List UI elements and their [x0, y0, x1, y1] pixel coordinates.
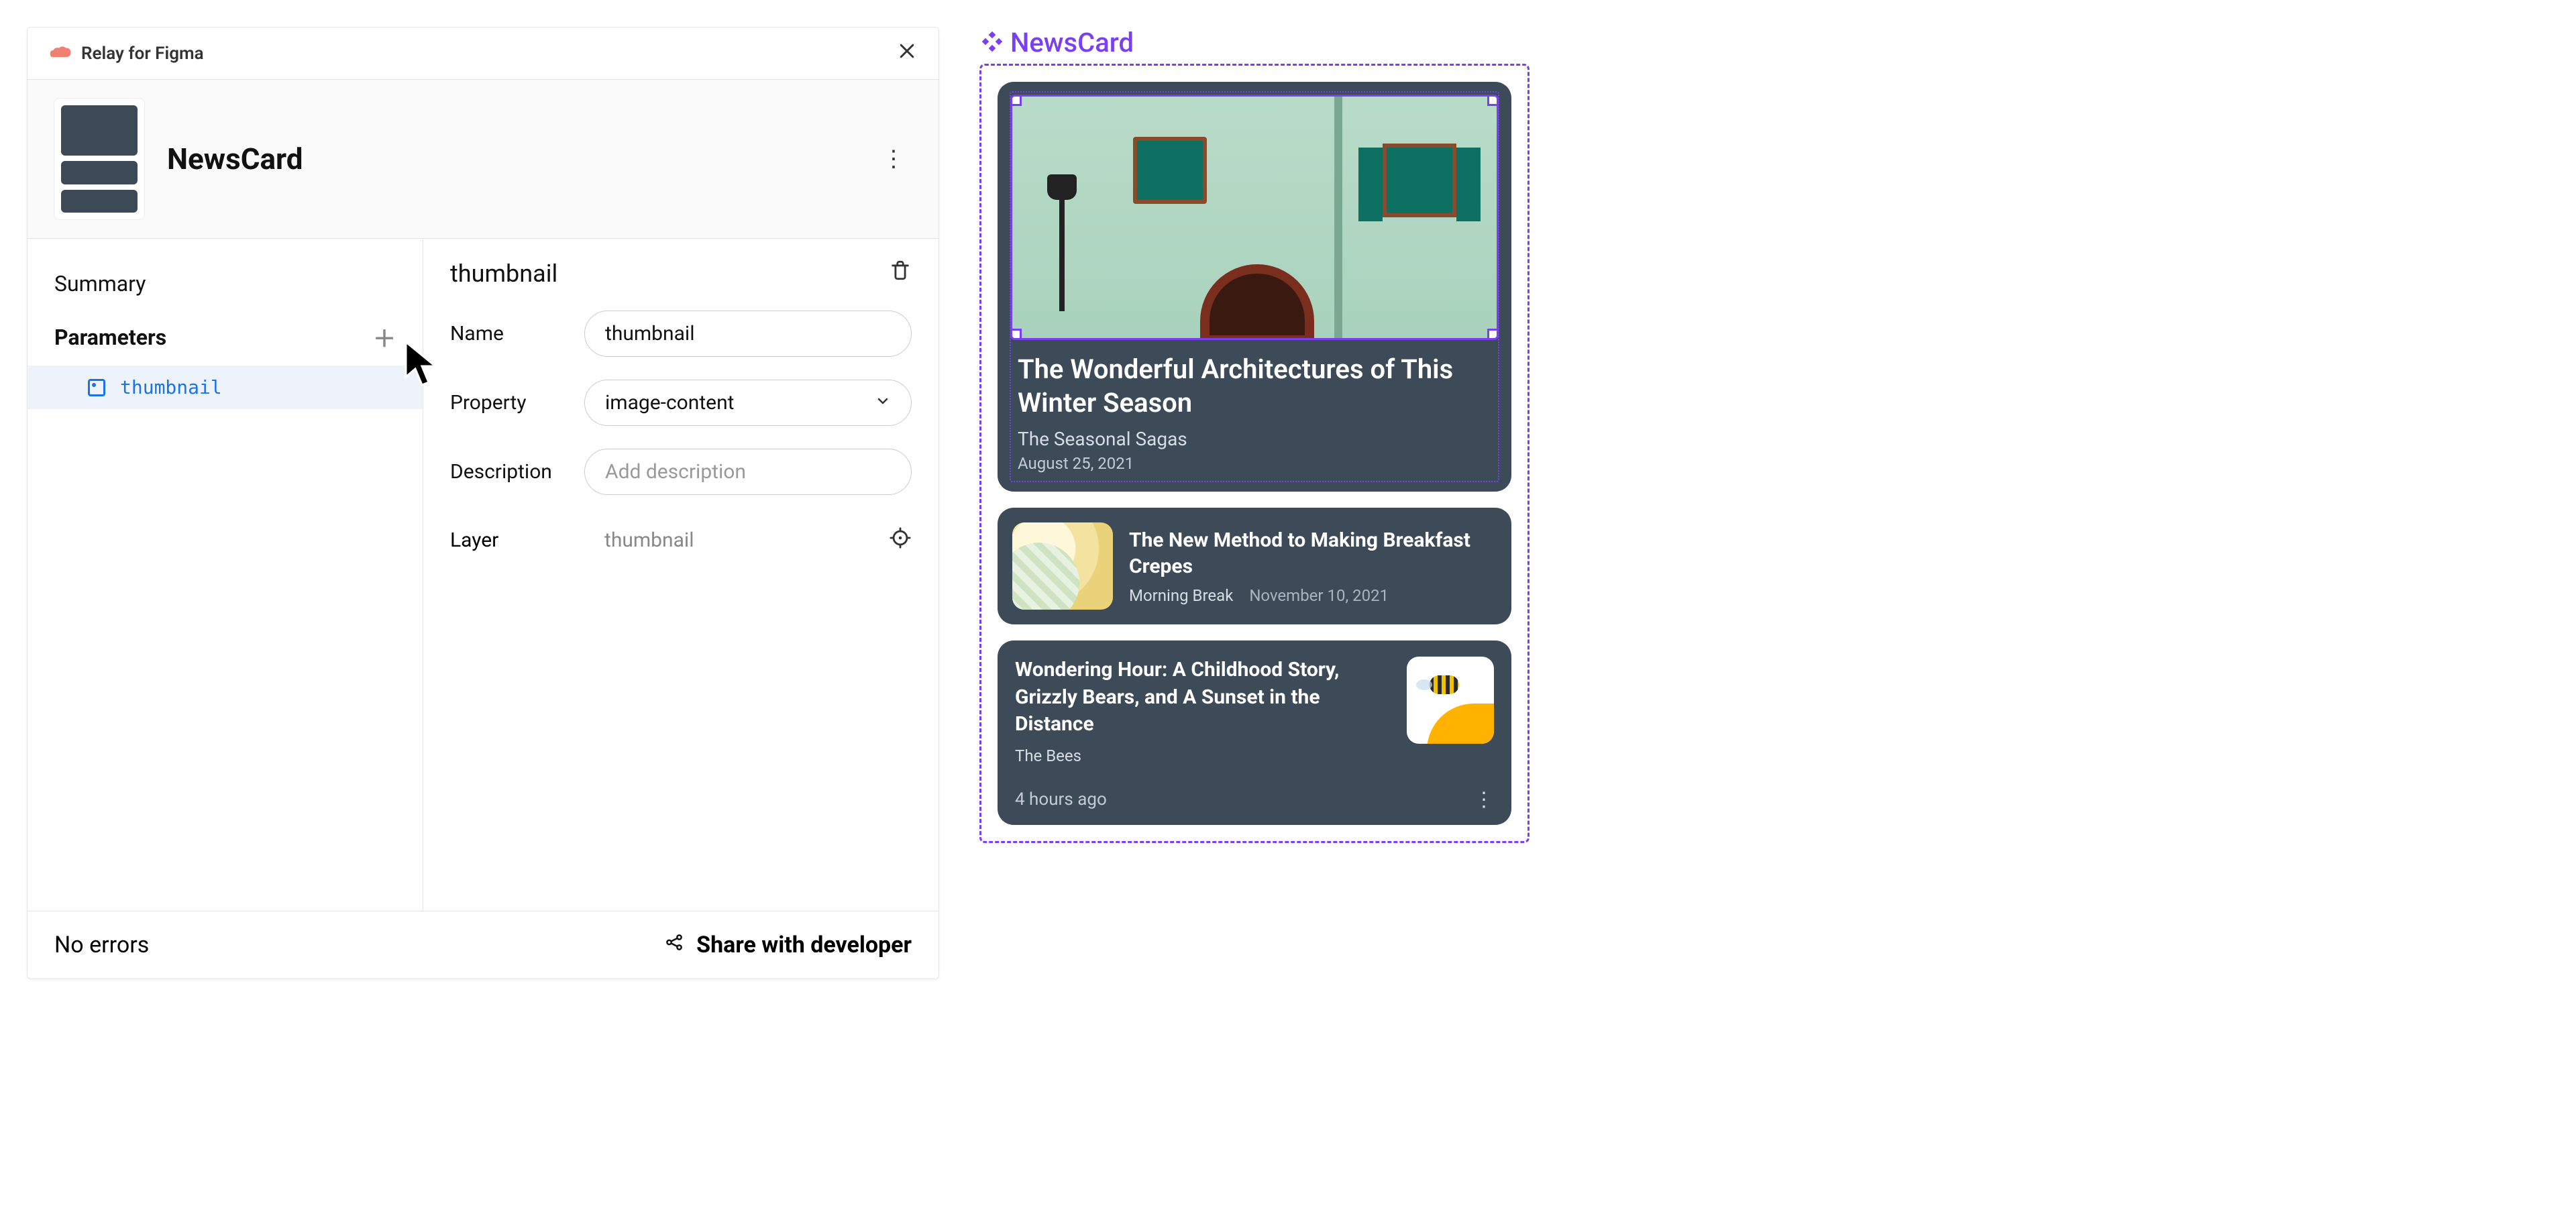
detail-header: thumbnail — [450, 259, 912, 288]
image-param-icon — [88, 379, 105, 396]
hero-thumbnail-image[interactable]: Fill × 158 — [1012, 97, 1497, 338]
relay-plugin-panel: Relay for Figma NewsCard ⋮ Summary Param… — [27, 27, 939, 979]
panel-body: Summary Parameters ＋ thumbnail thumbnail — [28, 239, 938, 911]
field-name: Name thumbnail — [450, 311, 912, 357]
component-frame-outline[interactable]: Fill × 158 The Wonderful Architectures o… — [979, 64, 1529, 843]
component-preview-thumb — [54, 99, 144, 219]
row-article-source: Morning Break — [1129, 586, 1233, 605]
row-article-date: November 10, 2021 — [1249, 586, 1389, 605]
detail-title: thumbnail — [450, 260, 557, 288]
component-frame-name: NewsCard — [1010, 27, 1134, 58]
parameter-detail: thumbnail Name thumbnail Property image-… — [423, 239, 938, 911]
share-label: Share with developer — [696, 932, 912, 958]
sidebar-parameters-label: Parameters — [54, 325, 166, 350]
share-with-developer-button[interactable]: Share with developer — [664, 932, 912, 958]
component-icon — [982, 27, 1002, 58]
plugin-brand-name: Relay for Figma — [81, 44, 204, 64]
sidebar-summary[interactable]: Summary — [28, 259, 423, 309]
news-card-compact[interactable]: Wondering Hour: A Childhood Story, Grizz… — [998, 640, 1511, 825]
sidebar-parameters[interactable]: Parameters ＋ — [28, 309, 423, 366]
row-article-title: The New Method to Making Breakfast Crepe… — [1129, 527, 1497, 579]
field-description: Description Add description — [450, 449, 912, 495]
more-menu-icon[interactable]: ⋮ — [875, 142, 912, 176]
share-icon — [664, 932, 684, 958]
resize-handle-icon[interactable] — [1012, 329, 1022, 338]
field-property-label: Property — [450, 391, 564, 414]
plugin-titlebar: Relay for Figma — [28, 27, 938, 80]
component-frame-label[interactable]: NewsCard — [979, 27, 1529, 58]
plugin-brand: Relay for Figma — [49, 44, 204, 64]
news-card-hero[interactable]: Fill × 158 The Wonderful Architectures o… — [998, 82, 1511, 492]
description-input[interactable]: Add description — [584, 449, 912, 495]
relay-logo-icon — [49, 46, 72, 62]
compact-article-age: 4 hours ago — [1015, 789, 1107, 810]
hero-article-title: The Wonderful Architectures of This Wint… — [1018, 353, 1491, 420]
news-card-row[interactable]: The New Method to Making Breakfast Crepe… — [998, 508, 1511, 624]
parameter-item-label: thumbnail — [120, 376, 222, 398]
field-layer-label: Layer — [450, 528, 564, 552]
card-more-icon[interactable]: ⋮ — [1474, 788, 1494, 812]
component-header: NewsCard ⋮ — [28, 80, 938, 239]
field-name-label: Name — [450, 322, 564, 345]
compact-thumbnail-image — [1407, 657, 1494, 744]
property-select-value: image-content — [605, 391, 734, 414]
sidebar: Summary Parameters ＋ thumbnail — [28, 239, 423, 911]
locate-layer-icon[interactable] — [889, 526, 912, 554]
layer-value: thumbnail — [584, 518, 869, 563]
compact-article-source: The Bees — [1015, 746, 1392, 765]
close-icon[interactable] — [897, 41, 917, 66]
field-description-label: Description — [450, 460, 564, 484]
component-name: NewsCard — [167, 142, 303, 176]
hero-article-source: The Seasonal Sagas — [1018, 428, 1491, 450]
panel-footer: No errors Share with developer — [28, 911, 938, 979]
resize-handle-icon[interactable] — [1487, 97, 1497, 106]
property-select[interactable]: image-content — [584, 380, 912, 426]
hero-article-date: August 25, 2021 — [1018, 454, 1491, 473]
field-layer: Layer thumbnail — [450, 518, 912, 563]
resize-handle-icon[interactable] — [1487, 329, 1497, 338]
parameter-item-thumbnail[interactable]: thumbnail — [28, 366, 423, 409]
name-input[interactable]: thumbnail — [584, 311, 912, 357]
field-property: Property image-content — [450, 380, 912, 426]
error-status: No errors — [54, 932, 149, 958]
figma-canvas: NewsCard Fill × 158 The Wonde — [979, 27, 1529, 1199]
compact-article-title: Wondering Hour: A Childhood Story, Grizz… — [1015, 657, 1392, 738]
resize-handle-icon[interactable] — [1012, 97, 1022, 106]
chevron-down-icon — [875, 391, 891, 414]
add-parameter-icon[interactable]: ＋ — [373, 321, 396, 353]
delete-icon[interactable] — [889, 259, 912, 288]
sidebar-summary-label: Summary — [54, 271, 146, 296]
row-thumbnail-image — [1012, 522, 1113, 610]
